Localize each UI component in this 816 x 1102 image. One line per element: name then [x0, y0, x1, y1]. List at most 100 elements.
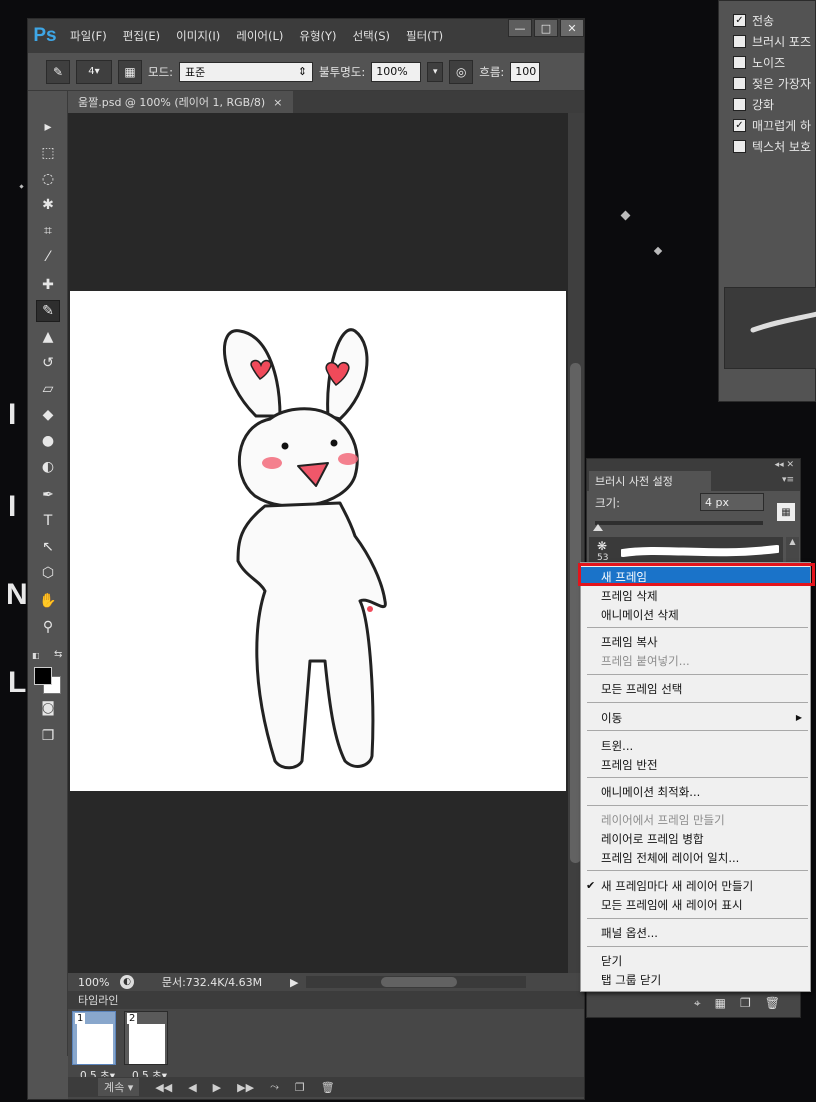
menu-file[interactable]: 파일(F) [62, 28, 115, 44]
new-preset-icon[interactable]: ❐ [740, 996, 751, 1010]
menu-item-copy-frame[interactable]: 프레임 복사 [581, 632, 810, 651]
brush-panel-toggle-icon[interactable]: ▦ [118, 59, 142, 84]
menu-item-reverse-frames[interactable]: 프레임 반전 [581, 755, 810, 774]
brush-option-protect-texture[interactable]: 텍스처 보호 [733, 138, 811, 155]
dodge-tool-icon[interactable]: ◐ [36, 456, 60, 478]
timeline-title[interactable]: 타임라인 [78, 992, 118, 1008]
brush-tool-preset-icon[interactable]: ✎ [46, 59, 70, 84]
menu-item-delete-frame[interactable]: 프레임 삭제 [581, 586, 810, 605]
document-tab[interactable]: 움짤.psd @ 100% (레이어 1, RGB/8) × [68, 91, 293, 113]
horizontal-scrollbar[interactable] [306, 976, 527, 988]
menu-item-panel-options[interactable]: 패널 옵션... [581, 923, 810, 942]
status-info-icon[interactable]: ◐ [120, 975, 134, 989]
slider-handle-icon[interactable] [593, 524, 603, 531]
flow-input[interactable]: 100 [510, 61, 541, 82]
brush-option-transfer[interactable]: ✓ 전송 [733, 12, 774, 29]
menu-item-show-new-layers-all-frames[interactable]: 모든 프레임에 새 레이어 표시 [581, 895, 810, 914]
brush-option-smoothing[interactable]: ✓ 매끄럽게 하 [733, 117, 811, 134]
maximize-button[interactable]: □ [534, 19, 558, 37]
menu-edit[interactable]: 편집(E) [115, 28, 168, 44]
tween-icon[interactable]: ⤳ [270, 1080, 279, 1094]
checkbox-icon[interactable] [733, 98, 746, 111]
canvas-area[interactable] [68, 113, 568, 973]
brush-option-pose[interactable]: 브러시 포즈 [733, 33, 811, 50]
menu-item-select-all-frames[interactable]: 모든 프레임 선택 [581, 679, 810, 698]
brush-size-picker[interactable]: 4 ▾ [76, 59, 112, 84]
shape-tool-icon[interactable]: ⬡ [36, 562, 60, 584]
reset-brush-icon[interactable]: ▦ [777, 503, 795, 521]
menu-item-match-layer-across-frames[interactable]: 프레임 전체에 레이어 일치... [581, 848, 810, 867]
blur-tool-icon[interactable]: ● [36, 430, 60, 452]
next-frame-icon[interactable]: ▶▶ [237, 1081, 254, 1094]
crop-tool-icon[interactable]: ⌗ [36, 220, 60, 242]
close-button[interactable]: ✕ [560, 19, 584, 37]
minimize-button[interactable]: — [508, 19, 532, 37]
pressure-opacity-icon[interactable]: ◎ [449, 59, 474, 84]
brush-option-noise[interactable]: 노이즈 [733, 54, 785, 71]
default-colors-icon[interactable]: ◧ [32, 651, 42, 661]
checkbox-icon[interactable]: ✓ [733, 119, 746, 132]
prev-frame-icon[interactable]: ◀ [188, 1081, 196, 1094]
menu-layer[interactable]: 레이어(L) [228, 28, 291, 44]
swap-colors-icon[interactable]: ⇆ [54, 649, 62, 660]
marquee-tool-icon[interactable]: ⬚ [36, 142, 60, 164]
play-icon[interactable]: ▶ [213, 1081, 221, 1094]
brush-option-wet-edges[interactable]: 젖은 가장자 [733, 75, 811, 92]
size-slider[interactable] [595, 521, 763, 525]
quick-mask-icon[interactable]: ◙ [36, 697, 60, 719]
foreground-color-swatch[interactable] [34, 667, 52, 685]
eraser-tool-icon[interactable]: ▱ [36, 378, 60, 400]
scroll-thumb[interactable] [381, 977, 458, 987]
healing-brush-tool-icon[interactable]: ✚ [36, 274, 60, 296]
eyedropper-tool-icon[interactable]: ⁄ [36, 246, 60, 268]
menu-item-move[interactable]: 이동 ▶ [581, 708, 810, 727]
menu-item-flatten-frames-into-layers[interactable]: 레이어로 프레임 병합 [581, 829, 810, 848]
grid-icon[interactable]: ▦ [715, 996, 726, 1010]
checkbox-icon[interactable] [733, 140, 746, 153]
zoom-tool-icon[interactable]: ⚲ [36, 616, 60, 638]
loop-select[interactable]: 계속 ▾ [98, 1078, 140, 1096]
toggle-brush-panel-icon[interactable]: ⌖ [694, 996, 701, 1011]
brush-option-buildup[interactable]: 강화 [733, 96, 774, 113]
menu-item-new-layer-each-frame[interactable]: ✔ 새 프레임마다 새 레이어 만들기 [581, 876, 810, 895]
first-frame-icon[interactable]: ◀◀ [155, 1081, 172, 1094]
timeline-frame-2[interactable]: 2 [124, 1011, 168, 1065]
checkbox-icon[interactable]: ✓ [733, 14, 746, 27]
screen-mode-icon[interactable]: ❐ [36, 725, 60, 747]
size-input[interactable]: 4 px [700, 493, 764, 511]
mode-select[interactable]: 표준 ⇕ [179, 61, 314, 82]
panel-menu-icon[interactable]: ▾≡ [782, 475, 794, 485]
panel-collapse-icon[interactable]: ◂◂ ✕ [587, 459, 800, 471]
checkbox-icon[interactable] [733, 77, 746, 90]
menu-filter[interactable]: 필터(T) [398, 28, 451, 44]
timeline-frame-1[interactable]: 1 [72, 1011, 116, 1065]
paint-bucket-tool-icon[interactable]: ◆ [36, 404, 60, 426]
checkbox-icon[interactable] [733, 35, 746, 48]
duplicate-frame-icon[interactable]: ❐ [295, 1081, 305, 1094]
menu-item-close-tab-group[interactable]: 탭 그룹 닫기 [581, 970, 810, 989]
opacity-dropdown[interactable]: ▾ [427, 61, 444, 82]
zoom-level[interactable]: 100% [68, 976, 112, 989]
history-brush-tool-icon[interactable]: ↺ [36, 352, 60, 374]
document-canvas[interactable] [70, 291, 566, 791]
menu-item-close[interactable]: 닫기 [581, 951, 810, 970]
status-menu-arrow-icon[interactable]: ▶ [290, 976, 298, 989]
opacity-input[interactable]: 100% [371, 61, 422, 82]
move-tool-icon[interactable]: ▸ [36, 116, 60, 138]
brush-list-scroll-up[interactable]: ▲ [786, 537, 799, 565]
quick-select-tool-icon[interactable]: ✱ [36, 194, 60, 216]
type-tool-icon[interactable]: T [36, 510, 60, 532]
brush-list[interactable]: ❋ 53 [589, 537, 783, 565]
brush-tool-icon[interactable]: ✎ [36, 300, 60, 322]
stamp-tool-icon[interactable]: ▲ [36, 326, 60, 348]
menu-image[interactable]: 이미지(I) [168, 28, 228, 44]
menu-item-tween[interactable]: 트윈... [581, 736, 810, 755]
tab-close-icon[interactable]: × [273, 96, 282, 109]
path-select-tool-icon[interactable]: ↖ [36, 536, 60, 558]
menu-item-optimize-animation[interactable]: 애니메이션 최적화... [581, 782, 810, 801]
menu-type[interactable]: 유형(Y) [291, 28, 344, 44]
trash-icon[interactable]: 🗑 [765, 996, 780, 1010]
menu-item-delete-animation[interactable]: 애니메이션 삭제 [581, 605, 810, 624]
delete-frame-icon[interactable]: 🗑 [321, 1081, 335, 1094]
pen-tool-icon[interactable]: ✒ [36, 484, 60, 506]
